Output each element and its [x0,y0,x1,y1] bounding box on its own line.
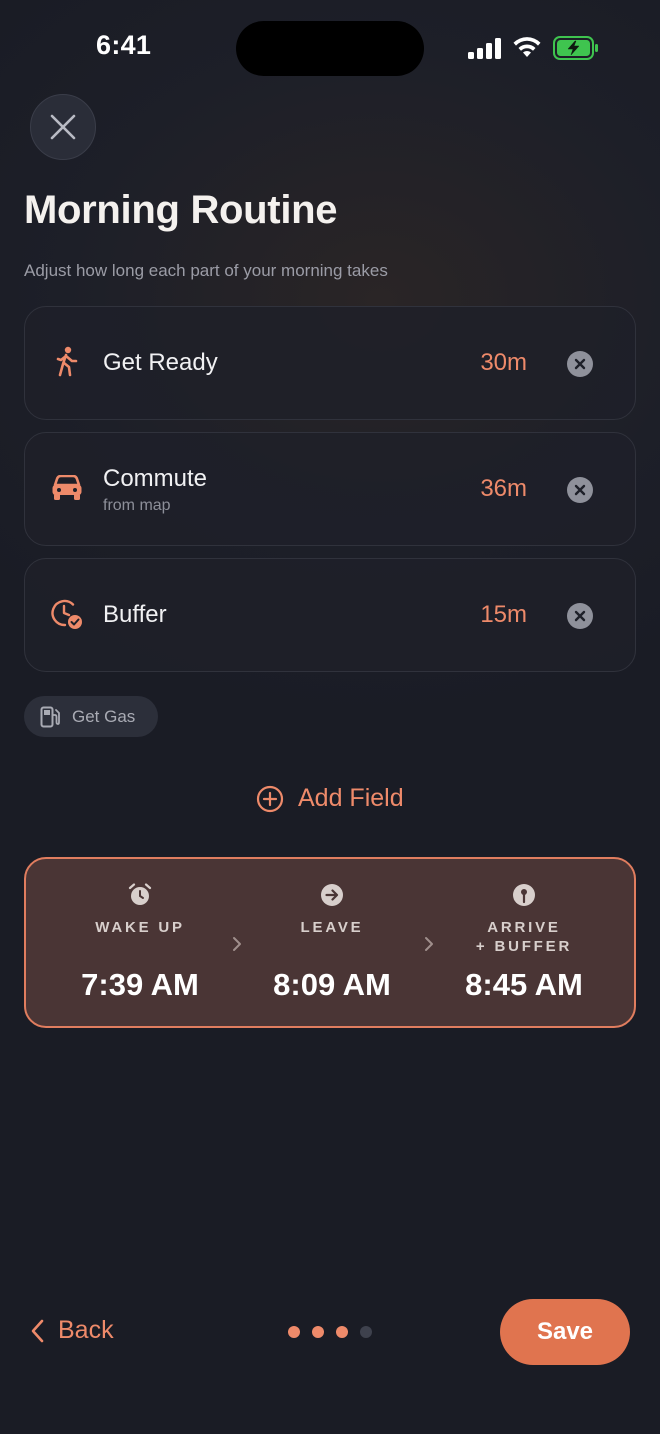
pin-icon [513,884,535,906]
remove-item-button[interactable] [567,603,593,629]
wake-up-label: WAKE UP [95,919,185,936]
save-button[interactable]: Save [500,1299,630,1365]
add-field-button[interactable]: Add Field [256,784,404,813]
x-icon [574,484,586,496]
page-indicator [288,1326,372,1338]
alarm-clock-icon [128,883,152,905]
page-subtitle: Adjust how long each part of your mornin… [24,261,388,280]
routine-item-duration[interactable]: 30m [480,349,527,377]
suggestion-chip-get-gas[interactable]: Get Gas [24,696,158,737]
page-title: Morning Routine [24,188,338,232]
page-dot [288,1326,300,1338]
x-icon [574,358,586,370]
dynamic-island [236,21,424,76]
clock-check-icon [51,597,83,631]
schedule-summary: WAKE UP 7:39 AM LEAVE 8:09 AM ARRIVE + B… [24,857,636,1028]
routine-item-label: Commute [103,465,208,492]
routine-item-label: Get Ready [103,349,218,376]
status-time: 6:41 [96,30,152,60]
remove-item-button[interactable] [567,477,593,503]
page-dot [312,1326,324,1338]
back-label: Back [58,1316,114,1344]
leave-label: LEAVE [300,919,364,936]
arrive-time: 8:45 AM [465,967,583,1002]
back-button[interactable]: Back [30,1316,114,1345]
x-icon [574,610,586,622]
routine-item-buffer[interactable]: Buffer 15m [24,558,636,672]
leave-time: 8:09 AM [273,967,391,1002]
save-label: Save [536,1318,594,1345]
page-dot [360,1326,372,1338]
car-icon [51,471,83,505]
close-button[interactable] [30,94,96,160]
page-dot [336,1326,348,1338]
routine-item-label: Buffer [103,601,167,628]
wifi-icon [513,37,541,57]
add-field-label: Add Field [298,784,404,812]
routine-item-commute[interactable]: Commute from map 36m [24,432,636,546]
routine-item-get-ready[interactable]: Get Ready 30m [24,306,636,420]
chip-label: Get Gas [72,706,136,726]
gas-pump-icon [40,706,60,727]
chevron-right-icon [233,937,241,951]
chevron-left-icon [31,1319,44,1342]
routine-item-duration[interactable]: 15m [480,601,527,629]
walking-person-icon [51,345,83,379]
remove-item-button[interactable] [567,351,593,377]
plus-circle-icon [256,785,284,812]
arrow-right-circle-icon [321,884,343,906]
routine-item-duration[interactable]: 36m [480,475,527,503]
wake-up-time: 7:39 AM [81,967,199,1002]
routine-item-sublabel: from map [103,497,171,514]
cellular-signal-icon [468,38,501,59]
close-icon [50,114,76,140]
arrive-label: ARRIVE [487,919,561,936]
arrive-buffer-label: + BUFFER [475,938,573,955]
battery-charging-icon [553,36,598,60]
